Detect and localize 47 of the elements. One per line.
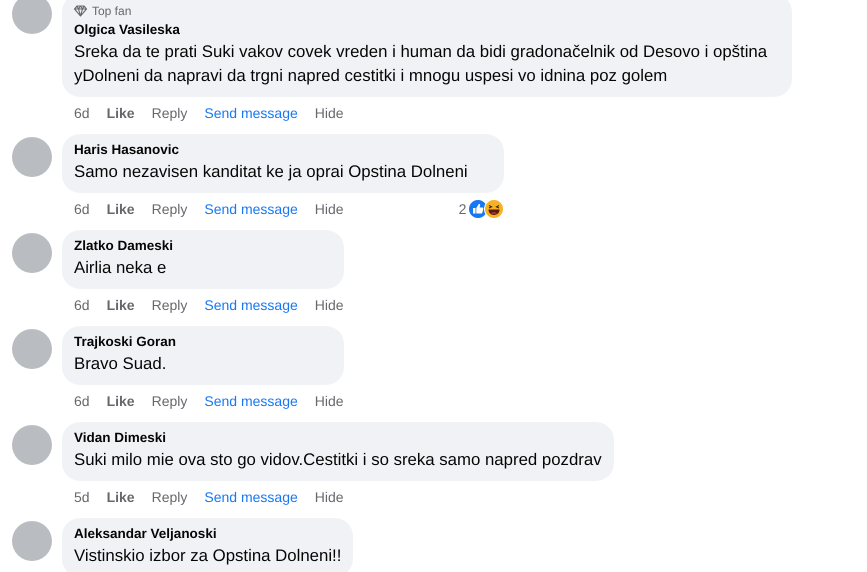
reply-link[interactable]: Reply (152, 297, 188, 313)
send-link[interactable]: Send message (204, 393, 298, 409)
send-link[interactable]: Send message (204, 201, 298, 217)
author-name[interactable]: Olgica Vasileska (74, 22, 780, 37)
diamond-icon (74, 5, 87, 17)
comment-text: Vistinskio izbor za Opstina Dolneni!! (74, 545, 342, 567)
like-link[interactable]: Like (106, 297, 135, 313)
send-link[interactable]: Send message (204, 105, 298, 121)
hide-link[interactable]: Hide (314, 489, 344, 505)
reply-link[interactable]: Reply (152, 489, 188, 505)
reaction-count[interactable]: 2 (458, 201, 466, 217)
comment-text: Suki milo mie ova sto go vidov.Cestitki i so sreka samo napred pozdrav (74, 449, 602, 471)
like-link[interactable]: Like (106, 393, 135, 409)
hide-link[interactable]: Hide (314, 105, 344, 121)
comment-time[interactable]: 6d (74, 393, 90, 409)
like-link[interactable]: Like (106, 201, 135, 217)
author-name[interactable]: Trajkoski Goran (74, 334, 332, 349)
avatar-placeholder[interactable] (12, 137, 52, 177)
comment-time[interactable]: 6d (74, 201, 90, 217)
avatar-placeholder[interactable] (12, 521, 52, 561)
like-link[interactable]: Like (106, 489, 135, 505)
hide-link[interactable]: Hide (314, 393, 344, 409)
reply-link[interactable]: Reply (152, 201, 188, 217)
send-link[interactable]: Send message (204, 297, 298, 313)
laughing-face-icon (484, 199, 504, 219)
like-link[interactable]: Like (106, 105, 135, 121)
top-fan-label: Top fan (92, 4, 132, 18)
comment-text: Sreka da te prati Suki vakov covek vreden i human da bidi gradonačelnik od Desovo i opština yDolneni da napravi da trgni napred cestitki i mnogu uspesi vo idnina poz golem (74, 41, 768, 87)
comment-text: Bravo Suad. (74, 353, 168, 375)
avatar-placeholder[interactable] (12, 233, 52, 273)
comment-text: Airlia neka e (74, 257, 168, 279)
avatar-placeholder[interactable] (12, 0, 52, 34)
reply-link[interactable]: Reply (152, 393, 188, 409)
comment-text: Samo nezavisen kanditat ke ja oprai Opstina Dolneni (74, 161, 469, 183)
comment-time[interactable]: 5d (74, 489, 90, 505)
comment-time[interactable]: 6d (74, 105, 90, 121)
author-name[interactable]: Zlatko Dameski (74, 238, 332, 253)
author-name[interactable]: Aleksandar Veljanoski (74, 526, 342, 541)
hide-link[interactable]: Hide (314, 297, 344, 313)
hide-link[interactable]: Hide (314, 201, 344, 217)
author-name[interactable]: Vidan Dimeski (74, 430, 602, 445)
send-link[interactable]: Send message (204, 489, 298, 505)
avatar-placeholder[interactable] (12, 329, 52, 369)
comment-time[interactable]: 6d (74, 297, 90, 313)
author-name[interactable]: Haris Hasanovic (74, 142, 492, 157)
avatar-placeholder[interactable] (12, 425, 52, 465)
reply-link[interactable]: Reply (152, 105, 188, 121)
